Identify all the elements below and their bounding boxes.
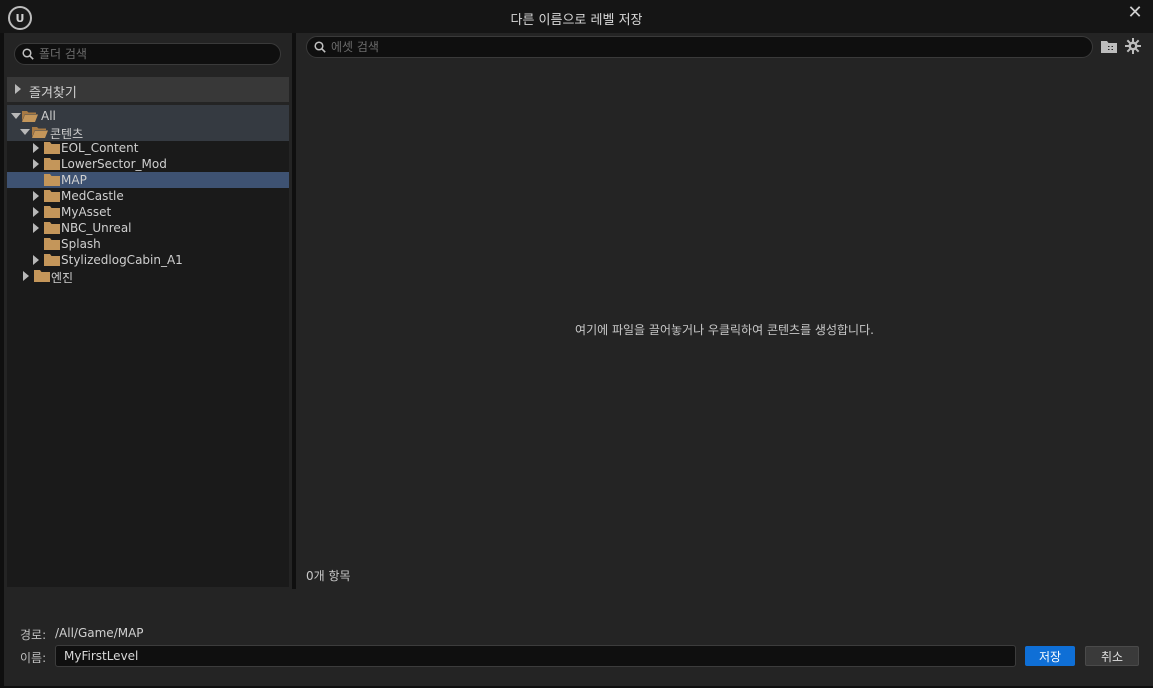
expand-arrow-icon[interactable]	[33, 223, 39, 233]
folder-search-box[interactable]	[14, 43, 281, 65]
folder-icon	[44, 142, 60, 154]
tree-item-label: MAP	[61, 173, 87, 187]
folder-icon	[44, 238, 60, 250]
tree-item-content[interactable]: 콘텐츠	[7, 124, 289, 141]
path-value: /All/Game/MAP	[55, 626, 144, 640]
folder-open-icon	[32, 127, 48, 138]
tree-item-label: 엔진	[51, 271, 74, 285]
search-icon	[314, 41, 326, 53]
tree-item-label: All	[41, 109, 56, 123]
search-icon	[22, 48, 34, 60]
favorites-section[interactable]: 즐겨찾기	[7, 77, 289, 102]
level-name-input[interactable]	[55, 645, 1016, 667]
expand-arrow-icon[interactable]	[33, 207, 39, 217]
tree-item-medcastle[interactable]: MedCastle	[7, 188, 289, 204]
folder-icon	[44, 206, 60, 218]
save-form: 경로: /All/Game/MAP 이름: 저장 취소	[4, 589, 1153, 686]
item-count: 0개 항목	[306, 569, 351, 583]
tree-item-all[interactable]: All	[7, 108, 289, 124]
empty-content-message: 여기에 파일을 끌어놓거나 우클릭하여 콘텐츠를 생성합니다.	[575, 323, 874, 337]
tree-item-eol-content[interactable]: EOL_Content	[7, 140, 289, 156]
tree-item-label: NBC_Unreal	[61, 221, 132, 235]
expand-arrow-icon[interactable]	[33, 143, 39, 153]
dialog-title: 다른 이름으로 레벨 저장	[510, 13, 643, 28]
folder-icon	[44, 158, 60, 170]
settings-gear-icon[interactable]	[1125, 38, 1141, 54]
path-label: 경로:	[20, 628, 47, 642]
asset-panel: 여기에 파일을 끌어놓거나 우클릭하여 콘텐츠를 생성합니다. 0개 항목	[296, 33, 1153, 589]
expand-arrow-icon[interactable]	[15, 84, 21, 94]
tree-item-label: EOL_Content	[61, 141, 139, 155]
folder-tree: All 콘텐츠 EOL_Content LowerSector_Mod MAP …	[7, 105, 289, 587]
cancel-button[interactable]: 취소	[1085, 646, 1139, 666]
collapse-arrow-icon[interactable]	[11, 113, 21, 119]
tree-item-myasset[interactable]: MyAsset	[7, 204, 289, 220]
tree-item-lowersector-mod[interactable]: LowerSector_Mod	[7, 156, 289, 172]
tree-item-splash[interactable]: Splash	[7, 236, 289, 252]
tree-item-stylizedlogcabin[interactable]: StylizedlogCabin_A1	[7, 252, 289, 268]
folder-icon	[44, 174, 60, 186]
asset-search-input[interactable]	[331, 39, 1086, 55]
folder-open-icon	[22, 111, 38, 122]
tree-item-label: MedCastle	[61, 189, 124, 203]
name-label: 이름:	[20, 651, 47, 665]
expand-arrow-icon[interactable]	[33, 255, 39, 265]
folder-icon	[34, 270, 50, 282]
title-bar: U 다른 이름으로 레벨 저장 ✕	[0, 0, 1153, 33]
folder-search-input[interactable]	[39, 46, 274, 62]
folder-icon	[44, 222, 60, 234]
tree-item-map[interactable]: MAP	[7, 172, 289, 188]
expand-arrow-icon[interactable]	[33, 159, 39, 169]
tree-item-nbc-unreal[interactable]: NBC_Unreal	[7, 220, 289, 236]
expand-arrow-icon[interactable]	[23, 271, 29, 281]
save-button[interactable]: 저장	[1025, 646, 1075, 666]
favorites-label: 즐겨찾기	[29, 86, 77, 101]
tree-item-label: Splash	[61, 237, 101, 251]
tree-item-engine[interactable]: 엔진	[7, 268, 289, 285]
collapse-arrow-icon[interactable]	[20, 129, 30, 135]
tree-item-label: MyAsset	[61, 205, 112, 219]
folder-icon	[44, 254, 60, 266]
tree-item-label: LowerSector_Mod	[61, 157, 167, 171]
folder-icon	[44, 190, 60, 202]
expand-arrow-icon[interactable]	[33, 191, 39, 201]
folder-panel: 즐겨찾기 All 콘텐츠 EOL_Co	[4, 33, 292, 589]
tree-item-label: StylizedlogCabin_A1	[61, 253, 183, 267]
asset-search-box[interactable]	[306, 36, 1093, 58]
add-folder-icon[interactable]	[1101, 40, 1117, 54]
close-icon[interactable]: ✕	[1125, 3, 1145, 23]
